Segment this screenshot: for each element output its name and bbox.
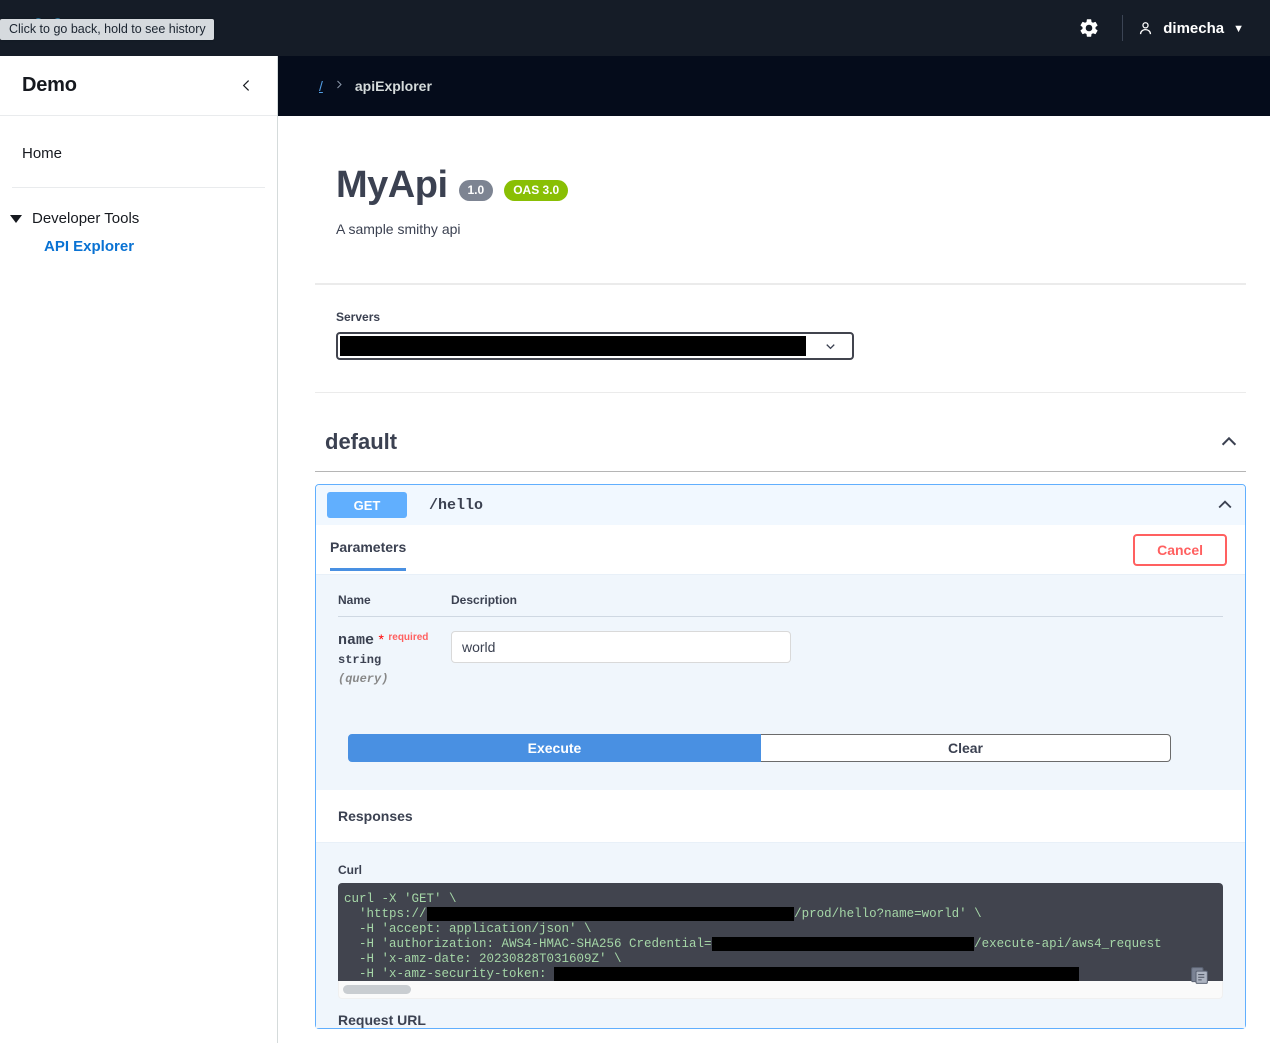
user-icon: [1140, 21, 1152, 34]
version-badge: 1.0: [458, 180, 494, 201]
main-content: MyApi 1.0 OAS 3.0 A sample smithy api Se…: [278, 116, 1270, 1043]
responses-title: Responses: [338, 808, 413, 824]
sidebar-navigation: Home Developer Tools API Explorer: [0, 116, 277, 262]
parameter-value-input[interactable]: [451, 631, 791, 663]
sidebar-group-developer-tools[interactable]: Developer Tools: [0, 206, 277, 231]
oas-badge: OAS 3.0: [504, 180, 569, 201]
parameters-table: Name Description name * required string …: [338, 593, 1223, 686]
curl-text: 'https://: [344, 907, 427, 921]
gear-icon: [1080, 19, 1098, 37]
sidebar-group-label: Developer Tools: [32, 210, 140, 227]
curl-code-block: curl -X 'GET' \ 'https:// /prod/hello?na…: [338, 883, 1223, 981]
execute-row: Execute Clear: [348, 734, 1171, 762]
cancel-button[interactable]: Cancel: [1133, 534, 1227, 566]
request-url-label: Request URL: [338, 1012, 426, 1028]
server-selected-value: [340, 336, 806, 356]
settings-button[interactable]: [1068, 7, 1110, 49]
operation-tabstrip: Parameters Cancel: [316, 525, 1245, 575]
breadcrumb-current: apiExplorer: [354, 78, 432, 94]
sidebar-header: Demo: [0, 56, 277, 116]
curl-text: -H 'accept: application/json' \: [344, 922, 592, 936]
column-header-description: Description: [451, 593, 1223, 617]
sidebar-item-home[interactable]: Home: [0, 138, 277, 169]
parameter-input-cell: [451, 617, 1223, 687]
parameter-name: name: [338, 632, 375, 649]
responses-body: Curl curl -X 'GET' \ 'https:// /prod/hel…: [316, 843, 1245, 1028]
tab-parameters[interactable]: Parameters: [330, 539, 407, 571]
operation-header[interactable]: GET /hello: [316, 485, 1245, 525]
curl-code-text: curl -X 'GET' \ 'https:// /prod/hello?na…: [338, 892, 1223, 981]
operation-path: /hello: [429, 496, 484, 514]
sidebar-title: Demo: [22, 74, 77, 96]
user-menu-button[interactable]: dimecha ▼: [1137, 20, 1270, 37]
parameter-type: string: [338, 653, 382, 667]
curl-text: /prod/hello?name=world' \: [794, 907, 982, 921]
back-button-tooltip: Click to go back, hold to see history: [0, 19, 214, 40]
required-label: required: [388, 632, 429, 643]
curl-text: -H 'x-amz-security-token:: [344, 967, 555, 981]
required-asterisk: *: [378, 631, 384, 647]
chevron-left-icon: [242, 80, 250, 91]
sidebar-divider: [12, 187, 265, 188]
parameter-meta-cell: name * required string (query): [338, 617, 451, 686]
chevron-up-icon[interactable]: [1215, 495, 1235, 515]
sidebar-item-api-explorer[interactable]: API Explorer: [0, 231, 277, 262]
curl-scrollbar-thumb[interactable]: [343, 985, 411, 994]
page-title: MyApi: [336, 164, 448, 206]
servers-panel: Servers: [315, 283, 1246, 393]
copy-to-clipboard-icon[interactable]: [1189, 965, 1210, 991]
parameters-area: Name Description name * required string …: [316, 575, 1245, 790]
redacted-text: [711, 937, 975, 951]
responses-header: Responses: [316, 790, 1245, 843]
redacted-text: [554, 967, 1080, 981]
clear-button[interactable]: Clear: [761, 734, 1171, 762]
breadcrumb-root-link[interactable]: /: [319, 78, 323, 94]
parameter-name-line: name * required: [338, 631, 451, 649]
tag-section-header[interactable]: default: [315, 415, 1246, 472]
servers-label: Servers: [336, 310, 381, 324]
curl-horizontal-scrollbar[interactable]: [338, 967, 1223, 999]
tag-section-default: default GET /hello Parameters Cancel Nam…: [315, 415, 1246, 1029]
operation-block-get-hello: GET /hello Parameters Cancel Name Descri…: [315, 484, 1246, 1029]
column-header-name: Name: [338, 593, 451, 617]
sidebar: Demo Home Developer Tools API Explorer: [0, 56, 278, 1043]
topbar-divider: [1122, 15, 1124, 41]
chevron-down-icon: ▼: [1233, 23, 1244, 35]
caret-down-icon: [10, 214, 22, 223]
curl-text: curl -X 'GET' \: [344, 892, 457, 906]
sidebar-collapse-button[interactable]: [234, 73, 259, 98]
redacted-text: [426, 907, 795, 921]
chevron-up-icon[interactable]: [1218, 431, 1240, 453]
params-bottom-pad: [338, 762, 1223, 790]
curl-text: -H 'authorization: AWS4-HMAC-SHA256 Cred…: [344, 937, 712, 951]
table-header-row: Name Description: [338, 593, 1223, 617]
execute-button[interactable]: Execute: [348, 734, 761, 762]
table-row: name * required string (query): [338, 617, 1223, 687]
curl-text: /execute-api/aws4_request: [974, 937, 1162, 951]
parameter-location: (query): [338, 672, 389, 686]
curl-label: Curl: [338, 863, 362, 877]
breadcrumb: / apiExplorer: [278, 56, 1270, 116]
curl-text: -H 'x-amz-date: 20230828T031609Z' \: [344, 952, 622, 966]
server-select[interactable]: [336, 332, 854, 360]
username-label: dimecha: [1163, 19, 1225, 37]
api-title-row: MyApi 1.0 OAS 3.0: [278, 116, 1270, 207]
chevron-down-icon: [808, 339, 852, 354]
tag-section-title: default: [325, 429, 398, 454]
operation-body: Parameters Cancel Name Description name …: [316, 525, 1245, 1028]
http-method-badge: GET: [327, 492, 407, 518]
chevron-right-icon: [333, 78, 345, 95]
api-description: A sample smithy api: [336, 221, 461, 237]
